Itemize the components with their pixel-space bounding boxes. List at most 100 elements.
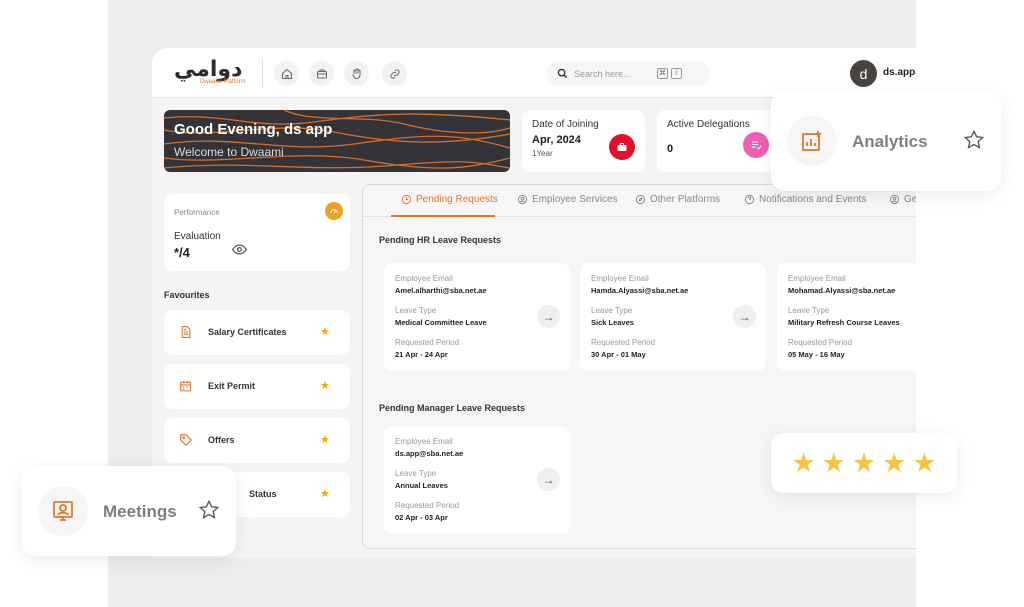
arrow-right-icon[interactable]: →: [537, 305, 560, 328]
calendar-icon: [179, 379, 192, 398]
evaluation-score: */4: [174, 245, 190, 260]
period-label: Requested Period: [395, 501, 460, 510]
star-icon: ★: [851, 447, 877, 478]
star-outline-icon[interactable]: [198, 499, 220, 526]
evaluation-label: Evaluation: [174, 231, 221, 242]
email-value: Amel.alharthi@sba.net.ae: [395, 286, 487, 295]
tab-label: Employee Services: [532, 194, 618, 205]
eye-icon[interactable]: [231, 242, 248, 260]
shortcut-key-slash: /: [671, 68, 682, 79]
arrow-right-icon[interactable]: →: [733, 305, 756, 328]
performance-card: Performance Evaluation */4: [164, 194, 350, 271]
period-value: 05 May - 16 May: [788, 350, 845, 359]
delegations-card: Active Delegations 0: [657, 110, 777, 172]
period-value: 21 Apr - 24 Apr: [395, 350, 448, 359]
analytics-card[interactable]: Analytics: [771, 91, 1001, 191]
tag-icon: [179, 433, 193, 452]
star-icon[interactable]: ★: [320, 379, 330, 392]
tab-general[interactable]: Ger: [889, 194, 916, 205]
question-icon: [744, 194, 755, 205]
delegations-value: 0: [667, 143, 674, 155]
request-card[interactable]: Employee Email Amel.alharthi@sba.net.ae …: [384, 263, 570, 371]
favourite-item[interactable]: Exit Permit ★: [164, 364, 350, 409]
request-card[interactable]: Employee Email Hamda.Alyassi@sba.net.ae …: [580, 263, 766, 371]
joining-duration: 1Year: [532, 149, 553, 158]
divider: [262, 59, 263, 87]
avatar[interactable]: d: [850, 60, 877, 87]
hand-icon[interactable]: [344, 61, 369, 86]
favourite-item[interactable]: Offers ★: [164, 418, 350, 463]
star-icon[interactable]: ★: [320, 325, 330, 338]
joining-card: Date of Joining Apr, 2024 1Year: [522, 110, 645, 172]
tab-pending-requests[interactable]: Pending Requests: [401, 194, 498, 205]
services-icon: [517, 194, 528, 205]
period-label: Requested Period: [788, 338, 853, 347]
manager-section-title: Pending Manager Leave Requests: [379, 403, 526, 413]
email-label: Employee Email: [591, 274, 649, 283]
email-label: Employee Email: [395, 437, 453, 446]
compass-icon: [635, 194, 646, 205]
username[interactable]: ds.app@: [883, 67, 916, 78]
tab-label: Ger: [904, 194, 916, 205]
delegations-label: Active Delegations: [667, 119, 750, 130]
favourites-title: Favourites: [164, 290, 210, 300]
greeting-title: Good Evening, ds app: [174, 121, 333, 138]
email-label: Employee Email: [395, 274, 453, 283]
analytics-icon: [787, 116, 837, 166]
period-label: Requested Period: [591, 338, 656, 347]
email-value: Mohamad.Alyassi@sba.net.ae: [788, 286, 896, 295]
tab-other-platforms[interactable]: Other Platforms: [635, 194, 720, 205]
star-outline-icon[interactable]: [963, 129, 985, 156]
star-icon: ★: [882, 447, 907, 478]
favourite-label: Offers: [208, 435, 235, 445]
request-card[interactable]: Employee Email ds.app@sba.net.ae Leave T…: [384, 426, 570, 534]
favourite-item[interactable]: Salary Certificates ★: [164, 310, 350, 355]
tab-notifications[interactable]: Notifications and Events: [744, 194, 866, 205]
gauge-icon[interactable]: [325, 202, 343, 220]
hr-section-title: Pending HR Leave Requests: [379, 235, 502, 245]
search-input[interactable]: Search here...: [574, 69, 654, 79]
arrow-right-icon[interactable]: →: [537, 468, 560, 491]
leave-type-value: Medical Committee Leave: [395, 318, 487, 327]
delegation-icon: [743, 132, 769, 158]
star-icon: ★: [912, 447, 937, 478]
period-value: 30 Apr - 01 May: [591, 350, 646, 359]
meetings-card[interactable]: Meetings: [22, 466, 236, 556]
logo-subtitle: Dwaami Platform: [200, 79, 246, 85]
tab-label: Pending Requests: [416, 194, 498, 205]
meetings-label: Meetings: [103, 502, 177, 521]
search-box[interactable]: Search here... ⌘ /: [547, 61, 710, 86]
wave-pattern: [164, 110, 510, 169]
link-icon[interactable]: [382, 61, 407, 86]
requests-panel: Pending Requests Employee Services Other…: [362, 184, 916, 549]
greeting-subtitle: Welcome to Dwaami: [174, 145, 284, 159]
leave-type-label: Leave Type: [591, 306, 633, 315]
analytics-label: Analytics: [852, 132, 928, 151]
greeting-banner: Good Evening, ds app Welcome to Dwaami: [164, 110, 510, 172]
performance-label: Performance: [174, 208, 220, 217]
search-icon: [557, 68, 568, 79]
user-icon: [889, 194, 900, 205]
star-icon: ★: [821, 447, 846, 478]
leave-type-value: Annual Leaves: [395, 481, 448, 490]
tab-label: Notifications and Events: [759, 194, 867, 205]
leave-type-label: Leave Type: [395, 469, 437, 478]
meetings-icon: [38, 486, 88, 536]
email-value: Hamda.Alyassi@sba.net.ae: [591, 286, 689, 295]
favourite-label: Salary Certificates: [208, 327, 287, 337]
home-icon[interactable]: [274, 61, 299, 86]
email-label: Employee Email: [788, 274, 846, 283]
star-icon: ★: [791, 447, 816, 478]
star-icon[interactable]: ★: [320, 487, 330, 500]
request-card[interactable]: Employee Email Mohamad.Alyassi@sba.net.a…: [777, 263, 916, 371]
bag-icon[interactable]: [309, 61, 334, 86]
document-icon: [179, 325, 192, 344]
leave-type-value: Military Refresh Course Leaves: [788, 318, 900, 327]
logo[interactable]: دوامي Dwaami Platform: [174, 57, 246, 89]
star-icon[interactable]: ★: [320, 433, 330, 446]
tab-employee-services[interactable]: Employee Services: [517, 194, 618, 205]
period-value: 02 Apr - 03 Apr: [395, 513, 448, 522]
star-rating: ★ ★ ★ ★ ★: [771, 433, 957, 493]
shortcut-key-cmd: ⌘: [657, 68, 668, 79]
leave-type-label: Leave Type: [788, 306, 830, 315]
